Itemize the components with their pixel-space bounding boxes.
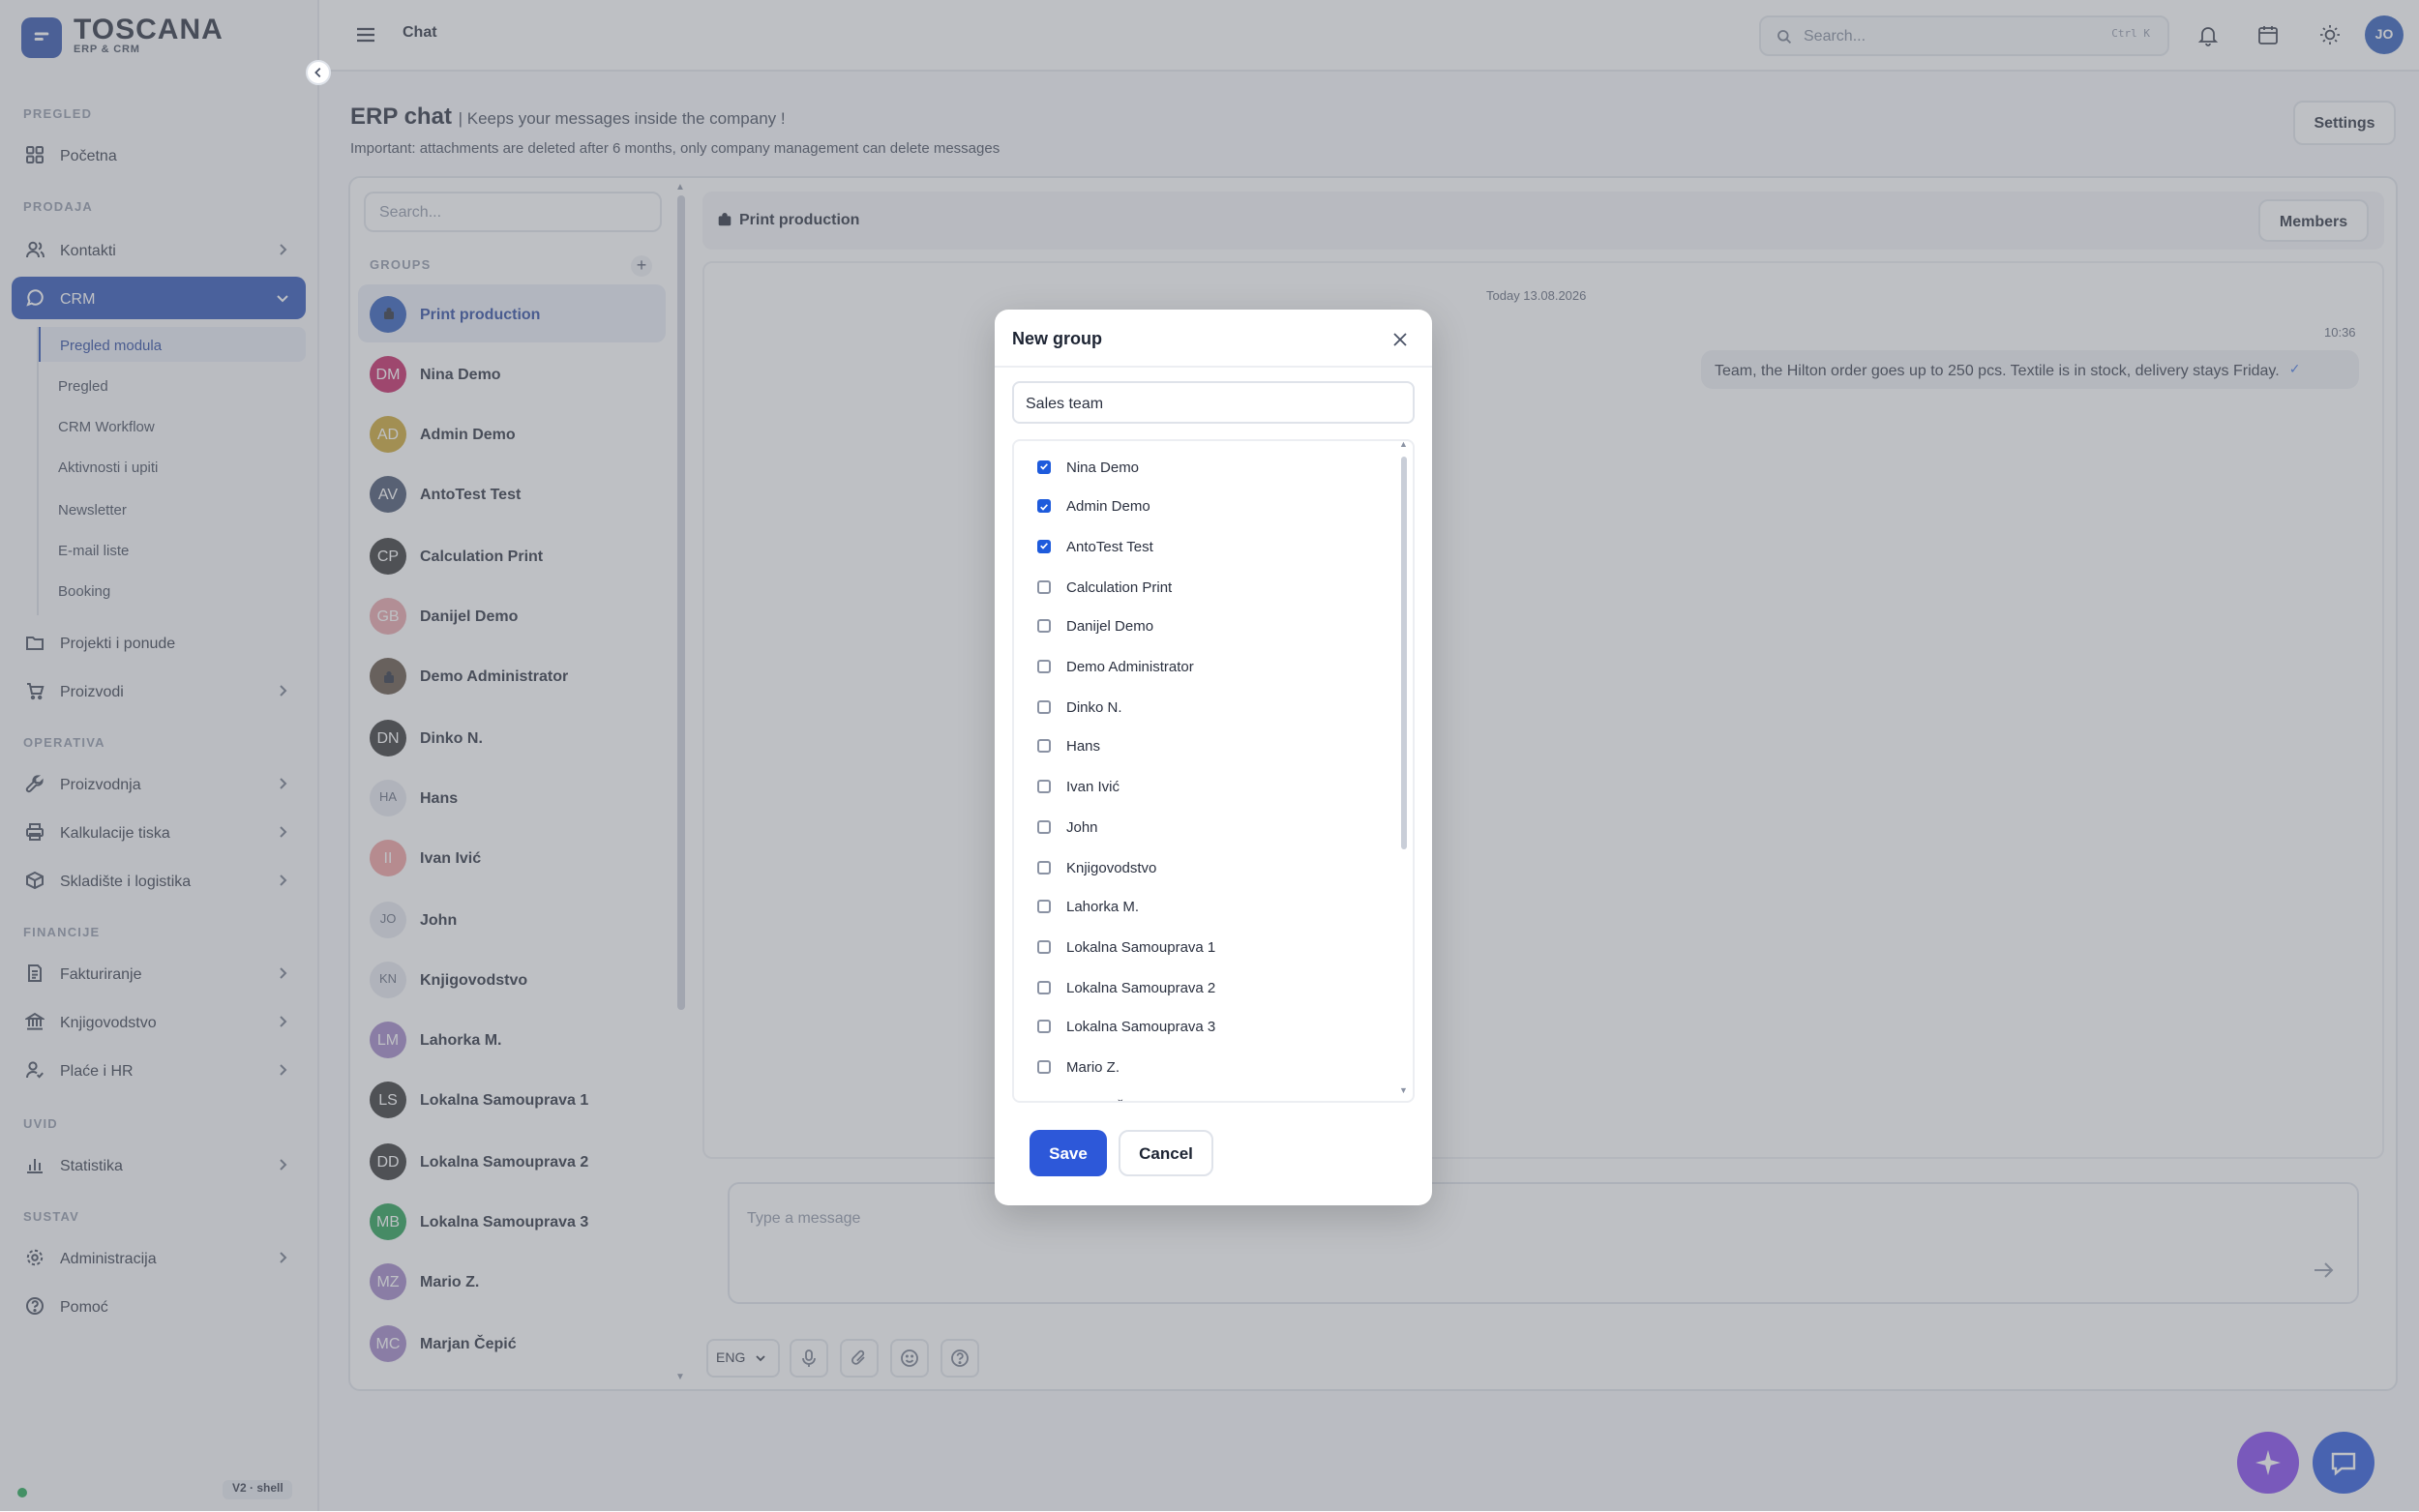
member-option[interactable]: Mario Z. xyxy=(1037,1053,1120,1081)
member-option[interactable]: Admin Demo xyxy=(1037,492,1150,519)
checkbox-unchecked[interactable] xyxy=(1037,860,1051,874)
member-name: Danijel Demo xyxy=(1066,617,1154,636)
scroll-up-arrow-icon[interactable]: ▲ xyxy=(1399,439,1408,449)
checkbox-unchecked[interactable] xyxy=(1037,980,1051,994)
checkbox-unchecked[interactable] xyxy=(1037,1100,1051,1101)
member-name: Hans xyxy=(1066,737,1101,756)
member-name: Admin Demo xyxy=(1066,497,1150,516)
dialog-divider xyxy=(995,366,1432,368)
member-option[interactable]: John xyxy=(1037,814,1098,841)
member-name: Lokalna Samouprava 1 xyxy=(1066,937,1216,956)
save-button[interactable]: Save xyxy=(1030,1130,1107,1176)
member-list-scrollbar[interactable] xyxy=(1401,457,1407,849)
checkbox-unchecked[interactable] xyxy=(1037,579,1051,594)
checkbox-checked[interactable] xyxy=(1037,499,1051,514)
app-frame: TOSCANA ERP & CRM PREGLED Početna PRODAJ… xyxy=(0,0,2419,1511)
member-name: Lokalna Samouprava 2 xyxy=(1066,978,1216,996)
member-option[interactable]: Knjigovodstvo xyxy=(1037,853,1156,880)
member-name: Knjigovodstvo xyxy=(1066,858,1157,875)
member-option[interactable]: Lokalna Samouprava 2 xyxy=(1037,973,1215,1000)
member-name: Lokalna Samouprava 3 xyxy=(1066,1018,1216,1036)
checkbox-unchecked[interactable] xyxy=(1037,900,1051,914)
scroll-down-arrow-icon[interactable]: ▼ xyxy=(1399,1085,1408,1095)
member-option[interactable]: Ivan Ivić xyxy=(1037,773,1120,800)
member-option[interactable]: Lokalna Samouprava 3 xyxy=(1037,1014,1215,1041)
member-option[interactable]: Dinko N. xyxy=(1037,693,1122,720)
member-name: Dinko N. xyxy=(1066,697,1122,716)
member-option[interactable]: Demo Administrator xyxy=(1037,653,1194,680)
member-option[interactable]: Calculation Print xyxy=(1037,573,1172,600)
member-name: Ivan Ivić xyxy=(1066,778,1120,796)
checkbox-unchecked[interactable] xyxy=(1037,699,1051,714)
checkbox-unchecked[interactable] xyxy=(1037,739,1051,754)
member-name: Lahorka M. xyxy=(1066,898,1140,916)
checkbox-unchecked[interactable] xyxy=(1037,780,1051,794)
member-option[interactable]: Hans xyxy=(1037,733,1100,760)
member-option[interactable]: Lahorka M. xyxy=(1037,893,1139,920)
checkbox-checked[interactable] xyxy=(1037,539,1051,553)
group-name-input[interactable]: Sales team xyxy=(1012,381,1415,424)
member-name: Mario Z. xyxy=(1066,1058,1120,1076)
member-option[interactable]: AntoTest Test xyxy=(1037,533,1153,560)
member-name: John xyxy=(1066,817,1098,836)
checkbox-unchecked[interactable] xyxy=(1037,619,1051,634)
member-option[interactable]: Nina Demo xyxy=(1037,453,1139,480)
close-icon[interactable] xyxy=(1391,331,1409,348)
sidebar-collapse-button[interactable] xyxy=(306,60,331,85)
checkbox-unchecked[interactable] xyxy=(1037,939,1051,954)
member-option[interactable]: Danijel Demo xyxy=(1037,613,1153,640)
checkbox-checked[interactable] xyxy=(1037,460,1051,473)
member-name: AntoTest Test xyxy=(1066,537,1153,555)
member-name: Demo Administrator xyxy=(1066,658,1194,675)
member-name: Marjan Čepić xyxy=(1066,1098,1151,1101)
member-option[interactable]: Marjan Čepić xyxy=(1037,1093,1151,1101)
member-name: Calculation Print xyxy=(1066,578,1173,596)
chevron-left-icon xyxy=(314,68,321,77)
cancel-button[interactable]: Cancel xyxy=(1119,1130,1213,1176)
member-checkbox-list: Nina Demo Admin Demo AntoTest Test Calculat… xyxy=(1012,439,1415,1103)
checkbox-unchecked[interactable] xyxy=(1037,1060,1051,1074)
checkbox-unchecked[interactable] xyxy=(1037,1020,1051,1034)
new-group-dialog: New group Sales team Nina Demo Admin Demo… xyxy=(995,310,1432,1205)
dialog-title: New group xyxy=(1012,329,1102,348)
checkbox-unchecked[interactable] xyxy=(1037,660,1051,673)
member-name: Nina Demo xyxy=(1066,458,1140,475)
member-option[interactable]: Lokalna Samouprava 1 xyxy=(1037,934,1215,961)
checkbox-unchecked[interactable] xyxy=(1037,819,1051,834)
